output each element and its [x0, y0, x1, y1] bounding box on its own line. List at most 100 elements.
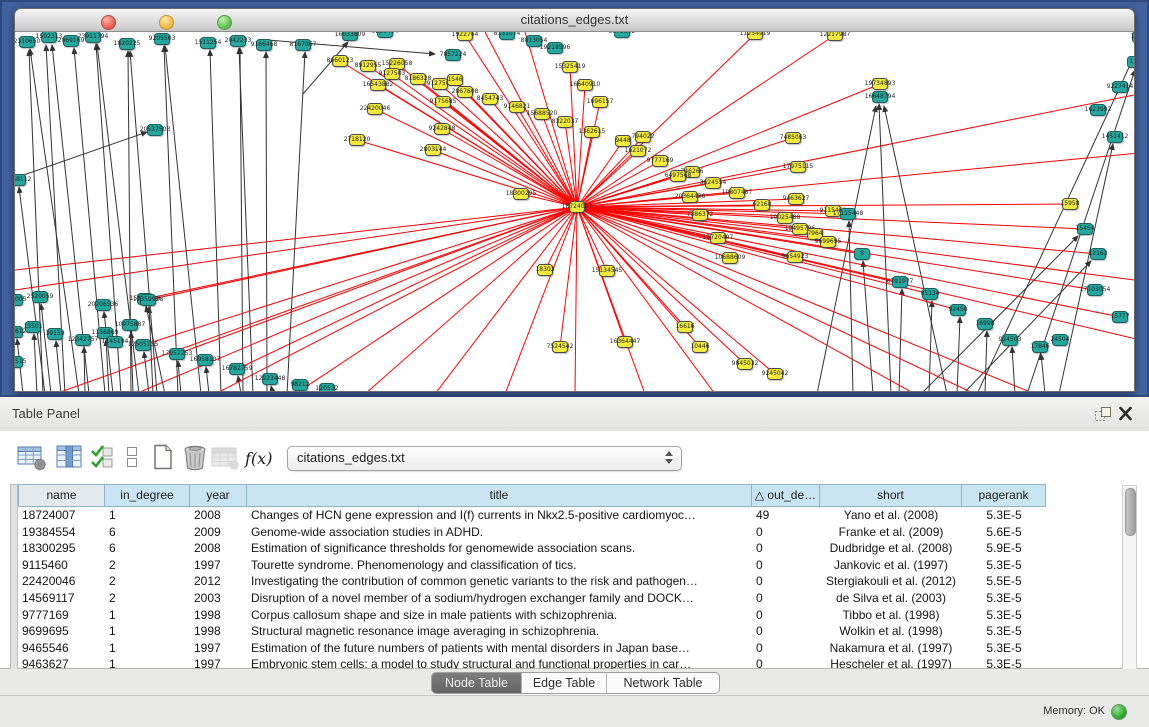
cell-short[interactable]: Wolkin et al. (1998)	[820, 623, 962, 640]
table-row[interactable]: 1456911722003Disruption of a novel membe…	[18, 590, 1046, 607]
graph-node[interactable]: 16543882	[370, 79, 386, 91]
graph-node[interactable]: 10025488	[777, 212, 793, 224]
column-header-title[interactable]: title	[247, 484, 752, 507]
graph-node[interactable]: 1922764	[457, 32, 473, 41]
show-columns-button[interactable]	[54, 443, 86, 473]
tab-node-table[interactable]: Node Table	[432, 673, 521, 693]
cell-short[interactable]: de Silva et al. (2003)	[820, 590, 962, 607]
cell-year[interactable]: 1997	[190, 640, 247, 657]
graph-node[interactable]: 1362615	[584, 126, 600, 138]
cell-out_degree[interactable]: 0	[752, 623, 820, 640]
cell-name[interactable]: 9115460	[18, 557, 105, 574]
graph-node[interactable]: 8186328	[410, 73, 426, 85]
graph-node[interactable]: 9175685	[435, 96, 451, 108]
graph-node[interactable]: 1546	[447, 74, 463, 86]
cell-out_degree[interactable]: 49	[752, 507, 820, 524]
graph-node[interactable]: 16033809	[342, 32, 358, 41]
cell-title[interactable]: Estimation of the future numbers of pati…	[247, 640, 752, 657]
cell-year[interactable]: 2009	[190, 524, 247, 541]
graph-node[interactable]: 15958	[1062, 198, 1078, 210]
graph-node[interactable]: 16364447	[617, 336, 633, 348]
graph-node[interactable]: 12163	[1090, 248, 1106, 260]
graph-node[interactable]: 176	[1127, 56, 1134, 68]
graph-node[interactable]: 8	[854, 248, 870, 260]
graph-node[interactable]: 39139	[47, 328, 63, 340]
graph-node[interactable]: 10807487	[729, 187, 745, 199]
graph-node[interactable]: 9226414	[377, 32, 393, 38]
graph-node[interactable]: 16640910	[577, 79, 593, 91]
graph-node[interactable]: 9699695	[820, 236, 836, 248]
import-table-button[interactable]	[210, 443, 240, 473]
graph-node[interactable]: 20206536	[95, 299, 111, 311]
cell-pagerank[interactable]: 5.5E-5	[962, 573, 1046, 590]
graph-node[interactable]: 7857224	[445, 49, 461, 61]
graph-node[interactable]: 9245042	[767, 368, 783, 380]
cell-in_degree[interactable]: 1	[105, 507, 190, 524]
column-header-year[interactable]: year	[190, 484, 247, 507]
cell-title[interactable]: Estimation of significance thresholds fo…	[247, 540, 752, 557]
cell-pagerank[interactable]: 5.6E-5	[962, 524, 1046, 541]
graph-node[interactable]: 252005	[15, 294, 23, 306]
graph-node[interactable]: 11254919	[747, 32, 763, 40]
scrollbar-thumb[interactable]	[1125, 488, 1136, 536]
cell-short[interactable]: Tibbo et al. (1998)	[820, 607, 962, 624]
cell-in_degree[interactable]: 2	[105, 590, 190, 607]
graph-node[interactable]: 15134545	[599, 265, 615, 277]
cell-in_degree[interactable]: 2	[105, 557, 190, 574]
graph-node[interactable]: 9845032	[737, 358, 753, 370]
graph-node[interactable]: 2718120	[349, 134, 365, 146]
graph-node[interactable]: 15688520	[534, 108, 550, 120]
graph-node[interactable]: 15325419	[562, 61, 578, 73]
memory-indicator[interactable]	[1111, 704, 1127, 720]
cell-title[interactable]: Disruption of a novel member of a sodium…	[247, 590, 752, 607]
graph-node[interactable]: 17103054	[1087, 284, 1103, 296]
float-window-icon[interactable]	[1094, 406, 1112, 422]
graph-node[interactable]: 590515	[15, 356, 23, 368]
cell-pagerank[interactable]: 5.3E-5	[962, 590, 1046, 607]
graph-node[interactable]: 23911794	[85, 32, 101, 43]
graph-node[interactable]: 8322037	[557, 116, 573, 128]
graph-node[interactable]: 17115448	[840, 208, 856, 220]
graph-node[interactable]: 1502313	[41, 32, 57, 43]
graph-node[interactable]: 10975887	[122, 319, 138, 331]
network-canvas[interactable]: 1872400718300295866012389129551522605891…	[15, 32, 1134, 392]
graph-node[interactable]: 18495796	[792, 223, 808, 235]
graph-node[interactable]: 2310650	[19, 36, 35, 48]
cell-short[interactable]: Stergiakouli et al. (2012)	[820, 573, 962, 590]
cell-short[interactable]: Jankovic et al. (1997)	[820, 557, 962, 574]
graph-node[interactable]: 2803144	[425, 144, 441, 156]
graph-node[interactable]: 8167067	[295, 39, 311, 51]
cell-name[interactable]: 18724007	[18, 507, 105, 524]
graph-node-hub[interactable]: 18724007	[569, 201, 585, 213]
cell-pagerank[interactable]: 5.3E-5	[962, 623, 1046, 640]
graph-node[interactable]: 10446	[692, 341, 708, 353]
graph-node[interactable]: 120532	[319, 383, 335, 392]
graph-node[interactable]: 8912955	[360, 60, 376, 72]
graph-node[interactable]: 18300295	[513, 188, 529, 200]
cell-out_degree[interactable]: 0	[752, 640, 820, 657]
tab-edge-table[interactable]: Edge Table	[522, 673, 606, 693]
graph-node[interactable]: 1696157	[592, 96, 608, 108]
cell-out_degree[interactable]: 0	[752, 573, 820, 590]
graph-node[interactable]: 20364436	[682, 191, 698, 203]
graph-node[interactable]: 98212	[292, 379, 308, 391]
table-row[interactable]: 1830029562008Estimation of significance …	[18, 540, 1046, 557]
graph-node[interactable]: 13501	[25, 321, 41, 333]
cell-in_degree[interactable]: 1	[105, 607, 190, 624]
graph-node[interactable]: 62160	[754, 199, 770, 211]
graph-node[interactable]: 5572302	[614, 32, 630, 38]
table-row[interactable]: 1872400712008Changes of HCN gene express…	[18, 507, 1046, 524]
graph-node[interactable]: 19218596	[547, 42, 563, 54]
graph-node[interactable]: 2867608	[457, 86, 473, 98]
cell-out_degree[interactable]: 0	[752, 540, 820, 557]
graph-node[interactable]: 2520059	[32, 291, 48, 303]
graph-node[interactable]: 1820225	[119, 38, 135, 50]
table-row[interactable]: 911546021997Tourette syndrome. Phenomeno…	[18, 557, 1046, 574]
graph-node[interactable]: 6791977	[892, 276, 908, 288]
graph-node[interactable]: 20537503	[147, 124, 163, 136]
graph-node[interactable]: 9777169	[652, 155, 668, 167]
cell-title[interactable]: Tourette syndrome. Phenomenology and cla…	[247, 557, 752, 574]
row-selection-button[interactable]	[123, 443, 141, 473]
graph-node[interactable]: 1145194	[107, 336, 123, 348]
graph-node[interactable]: 9448	[615, 135, 631, 147]
